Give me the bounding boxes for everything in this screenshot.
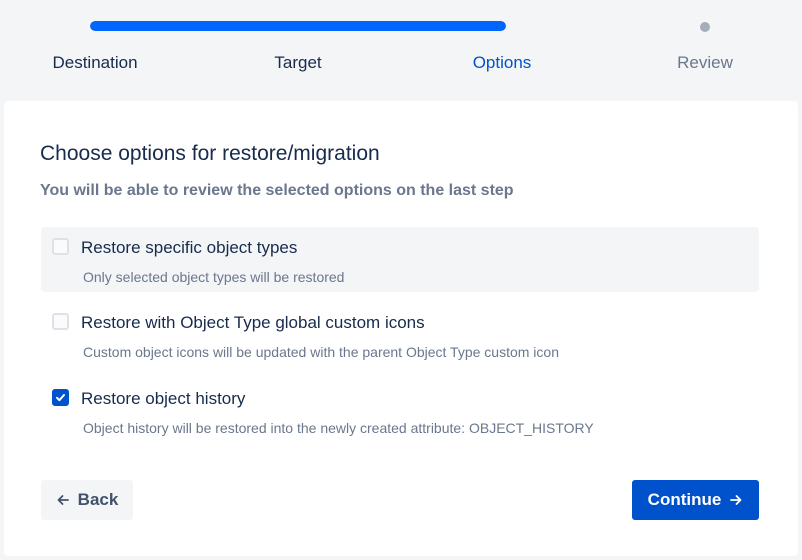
option-restore-specific-object-types[interactable]: Restore specific object types Only selec…	[41, 227, 759, 292]
option-restore-object-history[interactable]: Restore object history Object history wi…	[41, 378, 759, 443]
progress-track	[90, 21, 506, 31]
checkbox-restore-object-history[interactable]	[52, 389, 69, 406]
step-review: Review	[677, 53, 733, 72]
page-subtitle: You will be able to review the selected …	[40, 182, 514, 199]
arrow-left-icon	[57, 495, 69, 505]
step-destination: Destination	[52, 53, 138, 72]
step-review-dot	[700, 22, 710, 32]
step-options: Options	[472, 53, 532, 72]
back-button-label: Back	[77, 490, 119, 509]
option-label[interactable]: Restore specific object types	[81, 237, 297, 258]
arrow-right-icon	[730, 495, 742, 505]
option-description: Object history will be restored into the…	[83, 420, 594, 436]
back-button[interactable]: Back	[41, 480, 133, 520]
option-restore-global-custom-icons[interactable]: Restore with Object Type global custom i…	[41, 302, 759, 367]
option-description: Only selected object types will be resto…	[83, 269, 345, 285]
progress-stepper: Destination Target Options Review	[0, 0, 802, 100]
options-card: Choose options for restore/migration You…	[4, 101, 798, 556]
option-label[interactable]: Restore with Object Type global custom i…	[81, 312, 425, 333]
checkmark-icon	[56, 394, 65, 402]
continue-button[interactable]: Continue	[632, 480, 759, 520]
checkbox-restore-global-custom-icons[interactable]	[52, 313, 69, 330]
continue-button-label: Continue	[647, 490, 722, 509]
option-label[interactable]: Restore object history	[81, 388, 245, 409]
step-target: Target	[274, 53, 322, 72]
page-title: Choose options for restore/migration	[40, 142, 380, 165]
progress-bar-fill	[90, 21, 506, 31]
checkbox-restore-specific-object-types[interactable]	[52, 238, 69, 255]
option-description: Custom object icons will be updated with…	[83, 344, 559, 360]
